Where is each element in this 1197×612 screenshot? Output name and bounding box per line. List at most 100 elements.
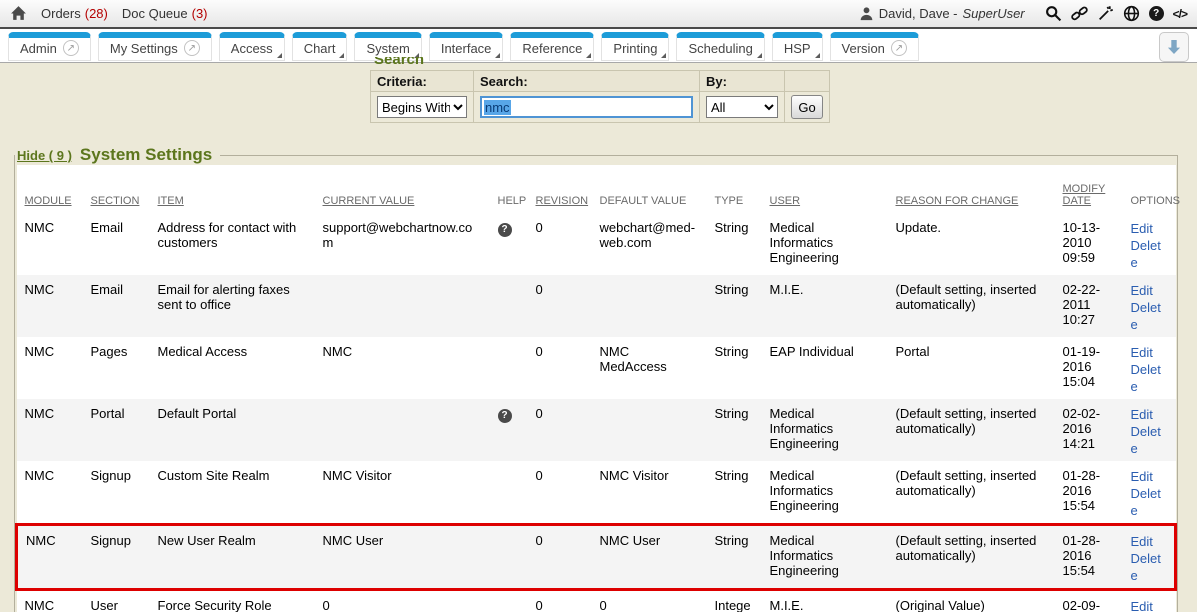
criteria-label: Criteria: (371, 71, 474, 92)
cell-type: String (707, 461, 762, 525)
tab-access[interactable]: Access (219, 32, 285, 61)
settings-row: NMCSignupCustom Site RealmNMC Visitor0NM… (17, 461, 1176, 525)
tab-version[interactable]: Version↗ (830, 32, 919, 61)
nav-doc-queue-count: (3) (192, 6, 208, 21)
person-icon (859, 6, 874, 21)
cell-module: NMC (17, 337, 83, 399)
cell-modify-date: 10-13-2010 09:59 (1055, 213, 1123, 275)
nav-orders-label: Orders (41, 6, 81, 21)
criteria-select[interactable]: Begins With (377, 96, 467, 118)
col-user[interactable]: USER (762, 165, 888, 213)
chain-link-icon[interactable] (1071, 5, 1088, 22)
delete-link[interactable]: Delete (1131, 550, 1167, 584)
hide-link[interactable]: Hide ( 9 ) (17, 148, 72, 163)
col-module[interactable]: MODULE (17, 165, 83, 213)
cell-current-value: NMC User (315, 525, 490, 590)
topbar: Orders (28) Doc Queue (3) David, Dave - … (0, 0, 1197, 29)
edit-link[interactable]: Edit (1131, 533, 1167, 550)
delete-link[interactable]: Delete (1131, 299, 1168, 333)
cell-revision: 0 (528, 337, 592, 399)
cell-module: NMC (17, 525, 83, 590)
cell-section: Portal (83, 399, 150, 461)
cell-default-value: 0 (592, 590, 707, 612)
delete-link[interactable]: Delete (1131, 361, 1168, 395)
settings-row: NMCPagesMedical AccessNMC0NMC MedAccessS… (17, 337, 1176, 399)
code-brackets-icon[interactable]: </> (1173, 7, 1187, 21)
go-button[interactable]: Go (791, 95, 823, 119)
search-panel: Search Criteria: Search: By: Begins With… (370, 57, 830, 123)
edit-link[interactable]: Edit (1131, 598, 1168, 612)
settings-table: MODULESECTIONITEMCURRENT VALUEHELPREVISI… (15, 165, 1177, 612)
collapse-panel-button[interactable] (1159, 32, 1189, 62)
col-revision[interactable]: REVISION (528, 165, 592, 213)
cell-module: NMC (17, 275, 83, 337)
search-input[interactable]: nmc (480, 96, 693, 118)
cell-module: NMC (17, 590, 83, 612)
cell-options: EditDelete (1123, 337, 1176, 399)
cell-user: M.I.E. (762, 275, 888, 337)
edit-link[interactable]: Edit (1131, 282, 1168, 299)
tab-label: HSP (784, 41, 811, 56)
cell-type: String (707, 337, 762, 399)
external-link-icon: ↗ (891, 40, 907, 56)
cell-current-value: NMC (315, 337, 490, 399)
globe-icon[interactable] (1123, 5, 1140, 22)
search-panel-legend: Search (370, 57, 830, 70)
tab-label: Chart (304, 41, 336, 56)
col-section[interactable]: SECTION (83, 165, 150, 213)
delete-link[interactable]: Delete (1131, 237, 1168, 271)
tab-my-settings[interactable]: My Settings↗ (98, 32, 212, 61)
tab-label: System (366, 41, 409, 56)
settings-row: NMCUser SecurityForce Security Role000In… (17, 590, 1176, 612)
system-settings-section: Hide ( 9 ) System Settings MODULESECTION… (14, 145, 1178, 612)
help-icon[interactable]: ? (498, 223, 512, 237)
cell-modify-date: 01-28-2016 15:54 (1055, 461, 1123, 525)
cell-reason: (Default setting, inserted automatically… (888, 399, 1055, 461)
dropdown-corner-icon (277, 53, 282, 58)
col-current-value[interactable]: CURRENT VALUE (315, 165, 490, 213)
help-icon[interactable]: ? (498, 409, 512, 423)
cell-section: Signup (83, 525, 150, 590)
cell-revision: 0 (528, 213, 592, 275)
cell-revision: 0 (528, 275, 592, 337)
home-icon[interactable] (10, 5, 27, 22)
cell-user: M.I.E. (762, 590, 888, 612)
cell-current-value: support@webchartnow.com (315, 213, 490, 275)
by-select[interactable]: All (706, 96, 778, 118)
user-role: SuperUser (963, 6, 1025, 21)
cell-default-value (592, 399, 707, 461)
edit-link[interactable]: Edit (1131, 406, 1168, 423)
tab-admin[interactable]: Admin↗ (8, 32, 91, 61)
cell-options: EditDelete (1123, 590, 1176, 612)
edit-link[interactable]: Edit (1131, 344, 1168, 361)
help-circle-icon[interactable]: ? (1149, 6, 1164, 21)
cell-modify-date: 01-28-2016 15:54 (1055, 525, 1123, 590)
cell-reason: (Default setting, inserted automatically… (888, 525, 1055, 590)
col-type: TYPE (707, 165, 762, 213)
cell-revision: 0 (528, 590, 592, 612)
delete-link[interactable]: Delete (1131, 423, 1168, 457)
cell-default-value: NMC MedAccess (592, 337, 707, 399)
search-label: Search: (474, 71, 700, 92)
magnifier-icon[interactable] (1045, 5, 1062, 22)
tab-chart[interactable]: Chart (292, 32, 348, 61)
search-input-value: nmc (484, 100, 511, 115)
cell-options: EditDelete (1123, 275, 1176, 337)
edit-link[interactable]: Edit (1131, 220, 1168, 237)
cell-section: Pages (83, 337, 150, 399)
cell-reason: (Default setting, inserted automatically… (888, 275, 1055, 337)
nav-orders[interactable]: Orders (28) (41, 6, 108, 21)
col-item[interactable]: ITEM (150, 165, 315, 213)
down-arrow-icon (1165, 38, 1183, 56)
edit-link[interactable]: Edit (1131, 468, 1168, 485)
cell-current-value (315, 399, 490, 461)
cell-options: EditDelete (1123, 399, 1176, 461)
col-modify-date[interactable]: MODIFY DATE (1055, 165, 1123, 213)
cell-type: String (707, 399, 762, 461)
cell-revision: 0 (528, 399, 592, 461)
col-reason-for-change[interactable]: REASON FOR CHANGE (888, 165, 1055, 213)
magic-wand-icon[interactable] (1097, 5, 1114, 22)
current-user[interactable]: David, Dave - SuperUser (859, 6, 1025, 21)
nav-doc-queue[interactable]: Doc Queue (3) (122, 6, 208, 21)
delete-link[interactable]: Delete (1131, 485, 1168, 519)
